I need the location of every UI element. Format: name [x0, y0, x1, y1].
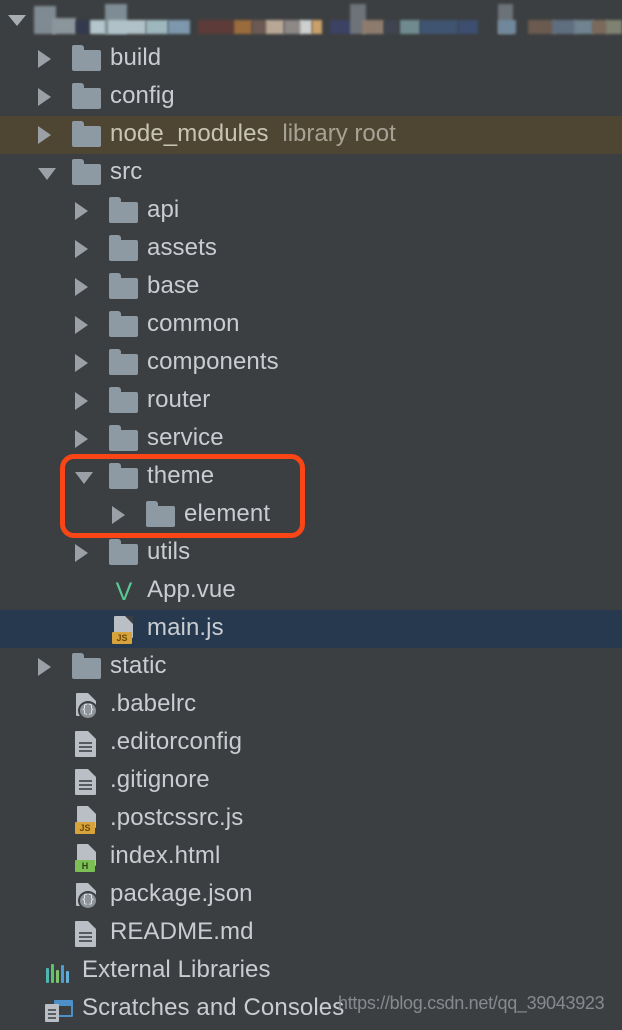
tree-row-readme-md[interactable]: README.md: [0, 914, 622, 952]
tree-row-gitignore[interactable]: .gitignore: [0, 762, 622, 800]
text-file-icon: [72, 730, 102, 757]
tree-row-config[interactable]: config: [0, 78, 622, 116]
tree-row-service[interactable]: service: [0, 420, 622, 458]
tree-row-label: .editorconfig: [110, 728, 243, 755]
tree-row-label: node_modules: [110, 120, 269, 147]
tree-row-index-html[interactable]: H index.html: [0, 838, 622, 876]
folder-icon: [109, 235, 139, 262]
chevron-right-icon[interactable]: [38, 88, 51, 106]
tree-row-assets[interactable]: assets: [0, 230, 622, 268]
tree-row-postcssrc-js[interactable]: JS .postcssrc.js: [0, 800, 622, 838]
folder-icon: [109, 273, 139, 300]
json-file-icon: {}: [72, 692, 102, 720]
text-file-icon: [72, 768, 102, 795]
vue-file-icon: V: [115, 578, 133, 606]
tree-row-label: api: [147, 196, 180, 223]
folder-icon: [72, 653, 102, 680]
html-file-icon: H: [72, 844, 102, 872]
js-file-icon: JS: [72, 806, 102, 834]
folder-icon: [72, 45, 102, 72]
project-root-row[interactable]: [0, 0, 622, 40]
folder-icon: [146, 501, 176, 528]
tree-row-label: config: [110, 82, 175, 109]
folder-icon: [109, 463, 139, 490]
chevron-right-icon[interactable]: [75, 240, 88, 258]
tree-row-theme[interactable]: theme: [0, 458, 622, 496]
tree-row-main-js[interactable]: JS main.js: [0, 610, 622, 648]
tree-row-package-json[interactable]: {} package.json: [0, 876, 622, 914]
tree-row-label: utils: [147, 538, 191, 565]
chevron-right-icon[interactable]: [75, 430, 88, 448]
folder-icon: [109, 387, 139, 414]
folder-icon: [109, 425, 139, 452]
folder-icon: [109, 539, 139, 566]
tree-row-label: README.md: [110, 918, 254, 945]
folder-icon: [109, 311, 139, 338]
chevron-right-icon[interactable]: [112, 506, 125, 524]
text-file-icon: [72, 920, 102, 947]
tree-row-label: main.js: [147, 614, 224, 641]
tree-row-api[interactable]: api: [0, 192, 622, 230]
tree-row-router[interactable]: router: [0, 382, 622, 420]
folder-icon: [72, 83, 102, 110]
chevron-down-icon[interactable]: [38, 168, 56, 180]
tree-row-babelrc[interactable]: {} .babelrc: [0, 686, 622, 724]
tree-row-label: index.html: [110, 842, 221, 869]
tree-row-app-vue[interactable]: V App.vue: [0, 572, 622, 610]
js-file-icon: JS: [109, 616, 139, 644]
watermark-text: https://blog.csdn.net/qq_39043923: [338, 993, 605, 1013]
tree-row-label: src: [110, 158, 143, 185]
tree-row-label: package.json: [110, 880, 253, 907]
tree-row-build[interactable]: build: [0, 40, 622, 78]
tree-row-label: static: [110, 652, 167, 679]
tree-row-label: .postcssrc.js: [110, 804, 244, 831]
tree-row-label: element: [184, 500, 271, 527]
chevron-right-icon[interactable]: [75, 316, 88, 334]
chevron-down-icon[interactable]: [75, 472, 93, 484]
tree-row-editorconfig[interactable]: .editorconfig: [0, 724, 622, 762]
chevron-right-icon[interactable]: [75, 278, 88, 296]
chevron-right-icon[interactable]: [38, 126, 51, 144]
chevron-right-icon[interactable]: [75, 392, 88, 410]
tree-row-base[interactable]: base: [0, 268, 622, 306]
folder-icon: [72, 159, 102, 186]
chevron-right-icon[interactable]: [38, 50, 51, 68]
tree-row-label: service: [147, 424, 224, 451]
chevron-right-icon[interactable]: [75, 202, 88, 220]
folder-icon: [109, 349, 139, 376]
tree-row-label: .babelrc: [110, 690, 197, 717]
chevron-right-icon[interactable]: [75, 544, 88, 562]
chevron-right-icon[interactable]: [38, 658, 51, 676]
json-file-icon: {}: [72, 882, 102, 910]
tree-row-label: components: [147, 348, 279, 375]
tree-row-label: assets: [147, 234, 217, 261]
tree-row-components[interactable]: components: [0, 344, 622, 382]
folder-icon: [109, 197, 139, 224]
tree-row-label: theme: [147, 462, 215, 489]
chevron-down-icon[interactable]: [8, 15, 26, 26]
folder-icon: [72, 121, 102, 148]
tree-row-label: common: [147, 310, 240, 337]
tree-row-label: External Libraries: [82, 956, 271, 983]
tree-row-label: App.vue: [147, 576, 236, 603]
scratches-icon: [44, 996, 74, 1022]
tree-row-element[interactable]: element: [0, 496, 622, 534]
project-tree-panel[interactable]: build config node_modules library root s…: [0, 0, 622, 1030]
tree-row-label: Scratches and Consoles: [82, 994, 345, 1021]
tree-row-node-modules[interactable]: node_modules library root: [0, 116, 622, 154]
tree-row-src[interactable]: src: [0, 154, 622, 192]
tree-row-external-libraries[interactable]: External Libraries: [0, 952, 622, 990]
chevron-right-icon[interactable]: [75, 354, 88, 372]
libraries-icon: [44, 958, 74, 984]
tree-row-utils[interactable]: utils: [0, 534, 622, 572]
tree-row-label: router: [147, 386, 211, 413]
tree-row-common[interactable]: common: [0, 306, 622, 344]
tree-row-static[interactable]: static: [0, 648, 622, 686]
tree-row-label: build: [110, 44, 162, 71]
tree-row-tag: library root: [282, 120, 396, 147]
tree-row-label: base: [147, 272, 200, 299]
tree-row-label: .gitignore: [110, 766, 210, 793]
